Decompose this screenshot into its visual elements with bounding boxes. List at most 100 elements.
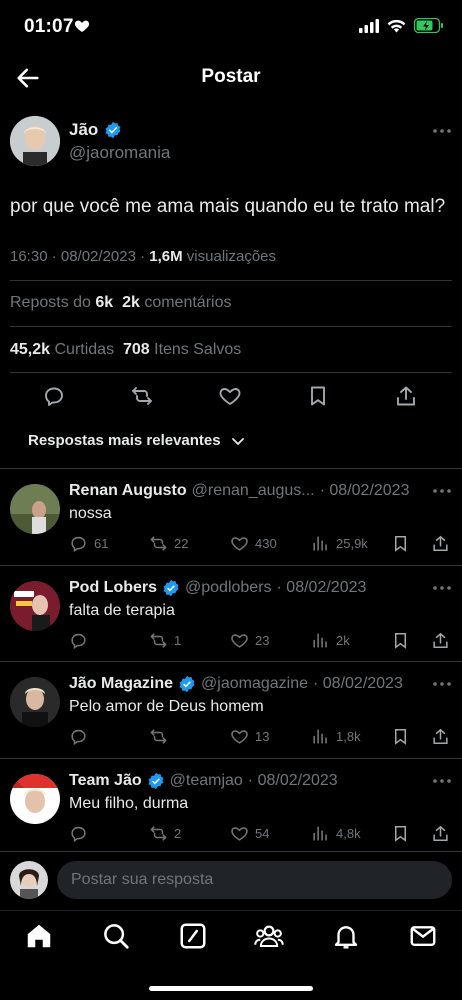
reply-avatar[interactable] [10,677,60,727]
home-icon[interactable] [24,921,54,951]
reply-date: · 08/02/2023 [276,579,367,596]
saves-label: Itens Salvos [149,341,242,358]
reply-actions: 2 54 4,8k [69,824,454,844]
share-icon [433,825,448,841]
likes-count[interactable]: 45,2k [10,341,50,358]
reply-author-handle[interactable]: @teamjao [170,772,243,790]
reply-views-count: 2k [336,633,350,648]
reply-author-name[interactable]: Jão Magazine [69,675,173,693]
author-name[interactable]: Jão [69,120,98,140]
author-avatar[interactable] [10,116,60,166]
reply-views-button[interactable]: 1,8k [311,727,361,746]
repost-icon [150,729,167,744]
reply-icon[interactable] [42,384,66,408]
reply-header: Team Jão @teamjao · 08/02/2023 [69,772,338,790]
bookmark-icon [394,729,407,745]
reply-views-button[interactable]: 2k [311,631,350,650]
reply-header: Pod Lobers @podlobers · 08/02/2023 [69,579,366,597]
reply-text: falta de terapia [69,602,175,619]
reply-author-name[interactable]: Team Jão [69,772,142,790]
reply-share-button[interactable] [431,534,450,553]
reply-avatar[interactable] [10,774,60,824]
more-icon[interactable] [432,681,452,687]
reply-like-button[interactable]: 430 [230,534,277,553]
likes-saves-row: 45,2k Curtidas 708 Itens Salvos [10,341,241,359]
reply-author-handle[interactable]: @podlobers [185,579,272,597]
reply-share-button[interactable] [431,631,450,650]
reply-author-name[interactable]: Renan Augusto [69,482,187,500]
more-icon[interactable] [432,585,452,591]
reply-repost-button[interactable]: 1 [149,631,181,650]
status-icons [359,18,444,33]
share-icon [433,728,448,744]
verified-badge-icon [179,675,195,693]
verified-badge-icon [105,121,121,139]
author-handle[interactable]: @jaoromania [69,143,170,163]
post-action-bar [0,382,462,412]
reply-comment-button[interactable] [69,727,94,746]
reply-avatar[interactable] [10,484,60,534]
reply-share-button[interactable] [431,727,450,746]
reply-repost-button[interactable]: 22 [149,534,188,553]
search-icon[interactable] [101,921,131,951]
reply-reposts-count: 1 [174,633,182,648]
reply-like-button[interactable]: 54 [230,824,269,843]
reply-avatar[interactable] [10,581,60,631]
notifications-icon[interactable] [331,921,361,951]
repost-icon[interactable] [130,384,154,408]
more-icon[interactable] [432,488,452,494]
reply-like-button[interactable]: 13 [230,727,269,746]
reply-input[interactable]: Postar sua resposta [57,861,452,899]
reply-bookmark-button[interactable] [391,631,410,650]
status-time: 01:07 [24,16,74,37]
reply-actions: 13 1,8k [69,727,454,747]
repost-icon [150,536,167,551]
share-icon[interactable] [394,384,418,408]
more-icon[interactable] [432,778,452,784]
like-icon[interactable] [218,384,242,408]
reply-views-button[interactable]: 4,8k [311,824,361,843]
divider [10,280,452,281]
reply-date: · 08/02/2023 [247,772,338,789]
reposts-count[interactable]: 6k [95,294,113,311]
reply-bookmark-button[interactable] [391,534,410,553]
current-user-avatar[interactable] [10,861,48,899]
reply-comment-button[interactable]: 61 [69,534,108,553]
reply-like-button[interactable]: 23 [230,631,269,650]
messages-icon[interactable] [408,921,438,951]
reply-views-count: 1,8k [336,729,361,744]
verified-badge-icon [148,772,164,790]
reply-icon [71,729,86,746]
reply-bookmark-button[interactable] [391,824,410,843]
reply-icon [71,826,86,843]
reply-views-button[interactable]: 25,9k [311,534,368,553]
reply-author-handle[interactable]: @jaomagazine [201,675,308,693]
reply-comment-button[interactable] [69,824,94,843]
reply-share-button[interactable] [431,824,450,843]
bookmark-icon[interactable] [306,384,330,408]
sort-replies-dropdown[interactable]: Respostas mais relevantes [28,432,245,449]
reply-item[interactable]: Jão Magazine @jaomagazine · 08/02/2023 P… [0,661,462,757]
status-bar: 01:07 [0,0,462,56]
grok-icon[interactable] [178,921,208,951]
reply-item[interactable]: Pod Lobers @podlobers · 08/02/2023 falta… [0,565,462,661]
reply-author-name[interactable]: Pod Lobers [69,579,157,597]
communities-icon[interactable] [254,921,284,951]
reply-item[interactable]: Team Jão @teamjao · 08/02/2023 Meu filho… [0,758,462,854]
reply-item[interactable]: Renan Augusto @renan_augus... · 08/02/20… [0,468,462,564]
more-icon[interactable] [432,128,452,134]
likes-label: Curtidas [50,341,115,358]
reply-views-count: 25,9k [336,536,368,551]
reply-author-handle[interactable]: @renan_augus... [192,482,315,500]
reply-header: Renan Augusto @renan_augus... · 08/02/20… [69,482,409,500]
post-text: por que você me ama mais quando eu te tr… [10,196,446,217]
reply-repost-button[interactable] [149,727,174,746]
reply-comment-button[interactable] [69,631,94,650]
page-title: Postar [201,66,261,87]
reply-bookmark-button[interactable] [391,727,410,746]
reply-actions: 61 22 430 25,9k [69,534,454,554]
reply-repost-button[interactable]: 2 [149,824,181,843]
post-time: 16:30 · 08/02/2023 · [10,248,150,265]
saves-count[interactable]: 708 [123,341,150,358]
comments-count[interactable]: 2k [122,294,140,311]
